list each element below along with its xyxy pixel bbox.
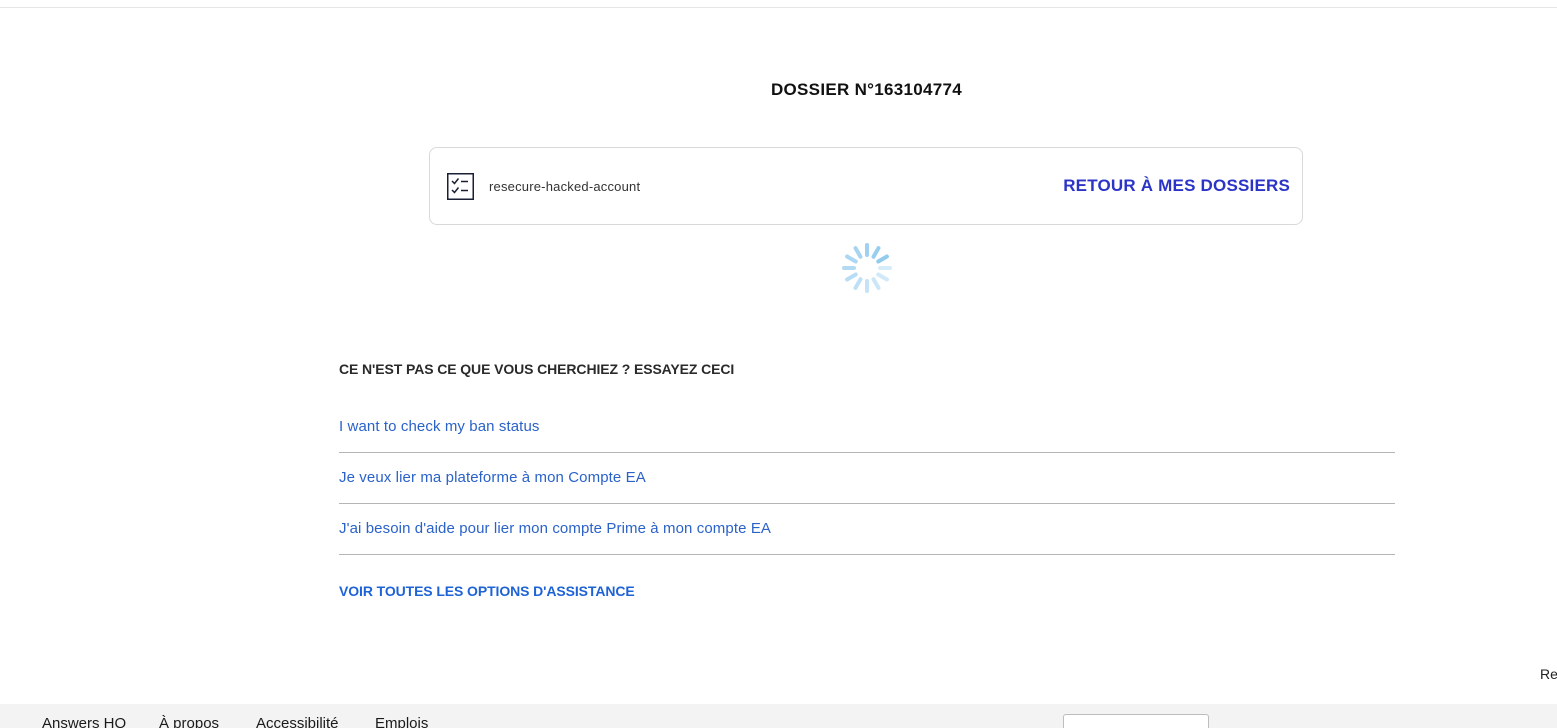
truncated-edge-text: Re (1540, 666, 1557, 682)
suggestion-link-link-platform[interactable]: Je veux lier ma plateforme à mon Compte … (339, 469, 646, 486)
case-card: resecure-hacked-account RETOUR À MES DOS… (429, 147, 1303, 225)
top-header-bar (0, 0, 1557, 8)
suggestion-link-ban-status[interactable]: I want to check my ban status (339, 418, 540, 435)
suggestion-link-link-prime[interactable]: J'ai besoin d'aide pour lier mon compte … (339, 520, 771, 537)
checklist-icon (447, 173, 474, 200)
spinner-segment (871, 277, 881, 290)
suggestions-list: I want to check my ban status Je veux li… (339, 402, 1395, 555)
footer-link-answers-hq[interactable]: Answers HQ (42, 715, 126, 728)
footer: Answers HQ À propos Accessibilité Emploi… (0, 704, 1557, 728)
footer-link-about[interactable]: À propos (159, 715, 219, 728)
spinner-segment (853, 277, 863, 290)
spinner-segment (845, 272, 858, 282)
back-to-cases-link[interactable]: RETOUR À MES DOSSIERS (1063, 176, 1290, 196)
all-support-options-link[interactable]: VOIR TOUTES LES OPTIONS D'ASSISTANCE (339, 583, 635, 599)
list-item: J'ai besoin d'aide pour lier mon compte … (339, 504, 1395, 555)
footer-link-accessibility[interactable]: Accessibilité (256, 715, 339, 728)
footer-link-jobs[interactable]: Emplois (375, 715, 428, 728)
suggestions-heading: CE N'EST PAS CE QUE VOUS CHERCHIEZ ? ESS… (339, 361, 735, 377)
spinner-icon (841, 242, 893, 294)
spinner-segment (876, 254, 889, 264)
list-item: Je veux lier ma plateforme à mon Compte … (339, 453, 1395, 504)
language-select[interactable] (1063, 714, 1209, 728)
case-title: DOSSIER N°163104774 (770, 80, 963, 99)
spinner-segment (845, 254, 858, 264)
spinner-segment (853, 246, 863, 259)
support-case-page: DOSSIER N°163104774 resecure-hacked-acco… (0, 0, 1557, 728)
list-item: I want to check my ban status (339, 402, 1395, 453)
case-topic-label: resecure-hacked-account (489, 179, 641, 194)
spinner-segment (871, 246, 881, 259)
spinner-segment (876, 272, 889, 282)
